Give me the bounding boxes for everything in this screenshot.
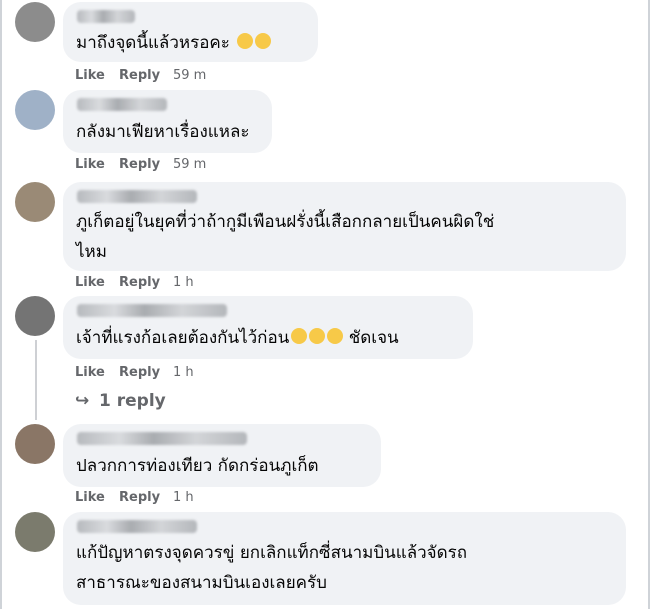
thread-line bbox=[35, 340, 37, 420]
avatar[interactable] bbox=[15, 512, 55, 552]
like-button[interactable]: Like bbox=[75, 488, 105, 508]
blurred-author-name[interactable] bbox=[77, 432, 247, 445]
comment-bubble: ปลวกการท่องเทียว กัดกร่อนภูเก็ต bbox=[63, 424, 381, 487]
reply-button[interactable]: Reply bbox=[119, 273, 160, 293]
blurred-author-name[interactable] bbox=[77, 98, 167, 111]
avatar[interactable] bbox=[15, 182, 55, 222]
comment-text: เจ้าที่แรงก้อเลยต้องกันไว้ก่อน ชัดเจน bbox=[76, 328, 399, 348]
smile-emoji-icon bbox=[255, 33, 272, 49]
timestamp[interactable]: 59 m bbox=[173, 66, 206, 86]
replies-count-label[interactable]: 1 reply bbox=[99, 388, 166, 414]
comments-panel: มาถึงจุดนี้แล้วหรอคะ Like Reply 59 m กลั… bbox=[0, 0, 650, 609]
timestamp[interactable]: 1 h bbox=[173, 363, 194, 383]
avatar[interactable] bbox=[15, 2, 55, 42]
avatar[interactable] bbox=[15, 424, 55, 464]
reply-button[interactable]: Reply bbox=[119, 363, 160, 383]
timestamp[interactable]: 1 h bbox=[173, 273, 194, 293]
smile-emoji-icon bbox=[309, 328, 326, 344]
reply-button[interactable]: Reply bbox=[119, 488, 160, 508]
like-button[interactable]: Like bbox=[75, 155, 105, 175]
comment-bubble: กลังมาเฟียหาเรื่องแหละ bbox=[63, 90, 272, 153]
comment-text: ปลวกการท่องเทียว กัดกร่อนภูเก็ต bbox=[76, 456, 319, 476]
comment-bubble: เจ้าที่แรงก้อเลยต้องกันไว้ก่อน ชัดเจน bbox=[63, 296, 473, 359]
like-button[interactable]: Like bbox=[75, 66, 105, 86]
reply-button[interactable]: Reply bbox=[119, 155, 160, 175]
blurred-author-name[interactable] bbox=[77, 520, 197, 533]
reply-button[interactable]: Reply bbox=[119, 66, 160, 86]
timestamp[interactable]: 59 m bbox=[173, 155, 206, 175]
like-button[interactable]: Like bbox=[75, 273, 105, 293]
comment-text: แก้ปัญหาตรงจุดควรขู่ ยกเลิกแท็กซี่สนามบิ… bbox=[76, 543, 468, 563]
comment-text-line2: ไหม bbox=[76, 242, 107, 262]
smile-emoji-icon bbox=[237, 33, 254, 49]
comment-text-line2: สาธารณะของสนามบินเองเลยครับ bbox=[76, 573, 327, 593]
comment-bubble: ภูเก็ตอยู่ในยุคที่ว่าถ้ากูมีเพือนฝรั่งนี… bbox=[63, 182, 626, 271]
comment-text: ภูเก็ตอยู่ในยุคที่ว่าถ้ากูมีเพือนฝรั่งนี… bbox=[76, 212, 495, 232]
avatar[interactable] bbox=[15, 90, 55, 130]
blurred-author-name[interactable] bbox=[77, 304, 227, 317]
comment-text: กลังมาเฟียหาเรื่องแหละ bbox=[76, 122, 250, 142]
blurred-author-name[interactable] bbox=[77, 190, 197, 203]
like-button[interactable]: Like bbox=[75, 363, 105, 383]
smile-emoji-icon bbox=[291, 328, 308, 344]
avatar[interactable] bbox=[15, 296, 55, 336]
smile-emoji-icon bbox=[327, 328, 344, 344]
blurred-author-name[interactable] bbox=[77, 10, 135, 23]
timestamp[interactable]: 1 h bbox=[173, 488, 194, 508]
comment-bubble: แก้ปัญหาตรงจุดควรขู่ ยกเลิกแท็กซี่สนามบิ… bbox=[63, 512, 626, 605]
comment-bubble: มาถึงจุดนี้แล้วหรอคะ bbox=[63, 2, 318, 62]
comment-text: มาถึงจุดนี้แล้วหรอคะ bbox=[76, 28, 272, 58]
reply-arrow-icon: ↪ bbox=[75, 391, 90, 411]
